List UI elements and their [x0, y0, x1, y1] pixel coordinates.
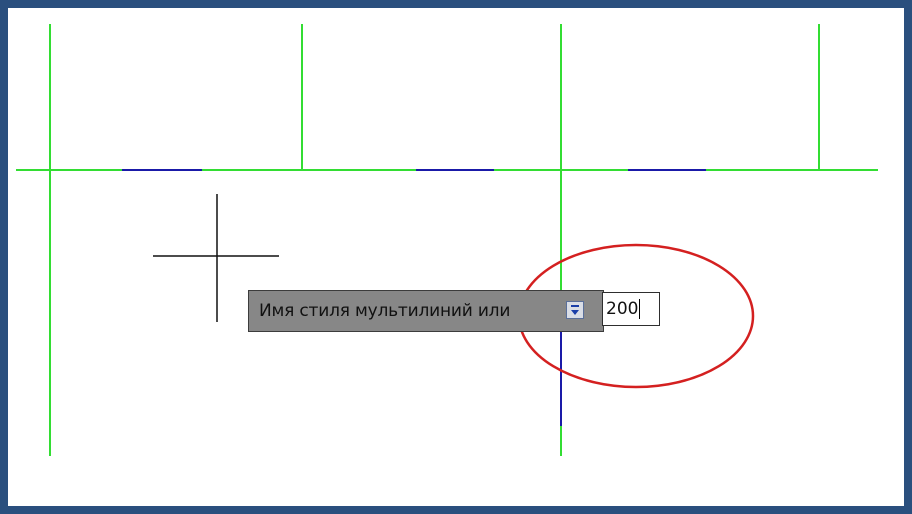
prompt-label: Имя стиля мультилиний или — [259, 301, 511, 321]
dynamic-input-field[interactable]: 200 — [602, 292, 660, 326]
dropdown-button[interactable] — [566, 301, 584, 319]
input-value: 200 — [606, 299, 639, 319]
screenshot-frame: Имя стиля мультилиний или 200 — [0, 0, 912, 514]
text-caret — [639, 299, 641, 319]
command-prompt-tooltip: Имя стиля мультилиний или — [248, 290, 604, 332]
chevron-down-icon — [571, 304, 579, 315]
drawing-area[interactable] — [16, 16, 912, 514]
drawing-canvas[interactable]: Имя стиля мультилиний или 200 — [16, 16, 912, 514]
